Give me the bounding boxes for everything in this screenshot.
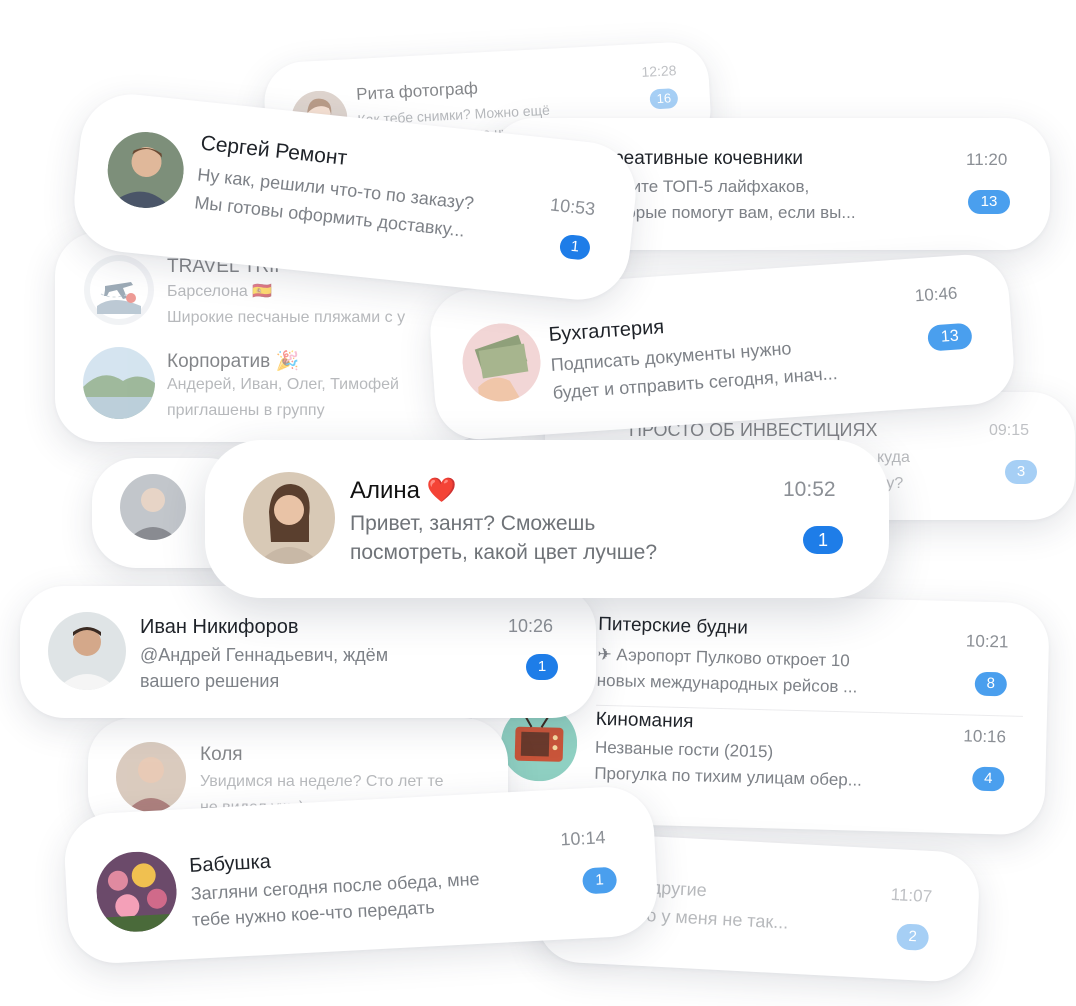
chat-time: 10:16 (963, 726, 1007, 747)
chat-time: 09:15 (989, 422, 1030, 439)
chat-message-line-1: другие (650, 877, 708, 901)
unread-badge: 1 (581, 866, 618, 895)
chat-name: Бухгалтерия (547, 316, 665, 347)
chat-message-line-1: Барселона 🇪🇸 (167, 283, 273, 300)
chat-message-line-2: которые помогут вам, если вы... (602, 203, 856, 222)
chat-time: 11:20 (966, 150, 1008, 169)
chat-name: Корпоратив 🎉 (167, 351, 300, 372)
unread-badge: 8 (974, 671, 1008, 697)
chat-message-line-1: @Андрей Геннадьевич, ждём (140, 645, 389, 665)
chat-message-line-2: приглашены в группу (167, 402, 325, 419)
travel-plane-avatar (83, 254, 155, 326)
avatar (48, 612, 126, 690)
chat-time: 10:46 (914, 283, 959, 306)
chat-time: 12:28 (641, 62, 677, 80)
unread-badge: 13 (927, 322, 973, 352)
chat-card-babushka[interactable]: Бабушка Загляни сегодня после обеда, мне… (62, 784, 660, 966)
unread-badge: 16 (649, 88, 679, 110)
chat-time: 11:07 (890, 884, 933, 907)
chat-name: Коля (200, 744, 243, 765)
chat-message-line-1: ✈ Аэропорт Пулково откроет 10 (597, 644, 851, 671)
unread-badge: 1 (558, 233, 592, 261)
avatar (103, 128, 188, 212)
chat-message-line-2: Широкие песчаные пляжами с у (167, 309, 406, 326)
chat-name: Алина ❤️ (350, 477, 457, 504)
chat-time: 10:14 (559, 827, 606, 850)
chat-time: 10:26 (508, 616, 554, 636)
chat-message-line-2: посмотреть, какой цвет лучше? (350, 541, 657, 564)
chat-name: Киномания (595, 708, 694, 733)
chat-name: Креативные кочевники (602, 148, 804, 169)
chat-message-line-1: Увидимся на неделе? Сто лет те (200, 773, 444, 790)
chat-name: Рита фотограф (355, 78, 479, 104)
chat-message-line-1: Привет, занят? Сможешь (350, 512, 596, 535)
unread-badge: 13 (968, 190, 1010, 214)
chat-message-line-2: вашего решения (140, 671, 280, 691)
chat-row-korporativ[interactable]: Корпоратив 🎉 Андерей, Иван, Олег, Тимофе… (55, 337, 495, 442)
avatar (83, 347, 155, 419)
avatar (116, 742, 186, 812)
chat-message-line-2: новых международных рейсов ... (596, 670, 858, 697)
avatar (243, 472, 335, 564)
chat-name: Бабушка (188, 850, 272, 877)
chat-time: 10:53 (549, 194, 597, 220)
unread-badge: 2 (895, 923, 930, 951)
chat-message-line-1: куда (877, 449, 910, 466)
chat-card-ivan[interactable]: Иван Никифоров @Андрей Геннадьевич, ждём… (20, 586, 596, 718)
chat-name: Иван Никифоров (140, 616, 299, 638)
chat-message-line-1: Андерей, Иван, Олег, Тимофей (167, 376, 399, 393)
unread-badge: 1 (803, 526, 843, 554)
avatar (94, 849, 179, 934)
unread-badge: 1 (526, 654, 558, 680)
chat-message-line-1: Незваные гости (2015) (594, 737, 774, 762)
chat-time: 10:52 (783, 478, 836, 501)
avatar (120, 474, 186, 540)
chat-time: 10:21 (965, 631, 1009, 652)
chat-card-alina[interactable]: Алина ❤️ Привет, занят? Сможешь посмотре… (205, 440, 889, 598)
avatar (459, 320, 544, 405)
chat-message-line-2: Прогулка по тихим улицам обер... (594, 763, 863, 790)
chat-name: Питерские будни (597, 613, 749, 639)
unread-badge: 3 (1005, 460, 1037, 484)
unread-badge: 4 (972, 766, 1005, 792)
